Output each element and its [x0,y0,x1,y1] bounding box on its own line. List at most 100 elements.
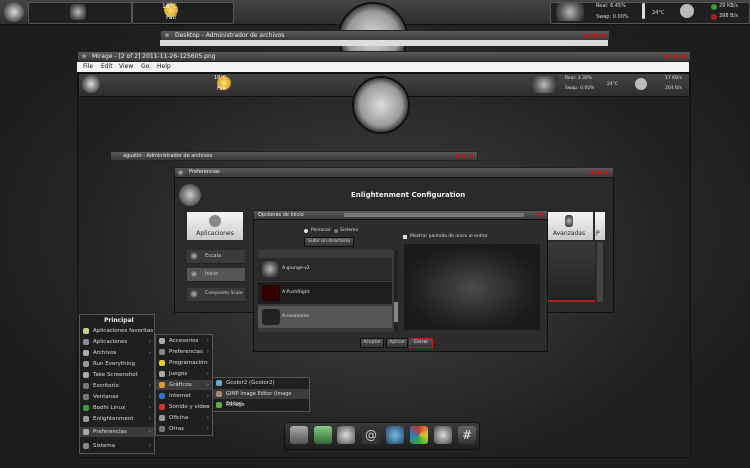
graphics-item-gimp[interactable]: GIMP Image Editor (Image Editor) [213,389,309,407]
show-splash-checkbox[interactable] [403,235,407,239]
desktop-icon [83,383,89,389]
menu-edit[interactable]: Edit [101,63,113,70]
radio-personal[interactable] [304,229,308,233]
tab-avanzadas-label: Avanzadas [552,230,586,237]
settings-icon[interactable] [434,426,452,444]
home-icon[interactable] [290,426,308,444]
apply-button[interactable]: Aplicar [386,338,408,348]
tab-more[interactable]: P [595,212,605,240]
desktop-fm-title: Desktop - Administrador de archivos [175,32,285,39]
star-icon [83,328,89,334]
menu-help[interactable]: Help [157,63,171,70]
tab-strip-right-scroll[interactable] [597,242,603,302]
agustin-close-button[interactable] [469,154,473,158]
preferences-right-area [547,242,595,302]
radio-system[interactable] [334,229,338,233]
apps-item-other[interactable]: Otras › [156,424,212,434]
menu-item-run-everything[interactable]: Run Everything [80,359,154,369]
theme-item[interactable]: A-PushNight [258,282,392,304]
download-icon[interactable] [314,426,332,444]
speaker-icon[interactable] [70,4,86,20]
theme-item[interactable]: A-revolution [258,306,392,328]
graphics-item-gcolor2[interactable]: Gcolor2 (Gcolor2) [213,378,309,388]
tab-avanzadas[interactable]: Avanzadas [545,212,593,240]
terminal-speaker-icon[interactable] [337,426,355,444]
apps-item-graphics[interactable]: Gráficos › [156,380,212,390]
menu-item-enlightenment[interactable]: Enlightenment › [80,414,154,424]
menu-item-preferences[interactable]: Preferencias › [80,427,154,437]
inner-weather-temp: 18°C [214,75,227,81]
e-logo-icon [177,169,184,176]
cpu-meter-icon [556,3,584,21]
menu-item-desktop[interactable]: Escritorio › [80,381,154,391]
gadget-menu-icon[interactable] [4,2,24,22]
maximize-button[interactable] [592,33,597,38]
up-directory-button[interactable]: Subir un directorio [304,237,354,247]
apps-item-internet[interactable]: Internet › [156,391,212,401]
theme-list-scrollbar[interactable] [394,250,398,332]
row-composite-scale[interactable]: Composite Scale [187,288,245,302]
hashtag-icon[interactable]: # [458,426,476,444]
cancel-button[interactable]: Cerrar [409,338,433,348]
top-shelf: 18°C Fair Real: 6.45% Swap: 0.00% 24°C 2… [0,0,750,72]
apps-item-preferences[interactable]: Preferencias › [156,347,212,357]
show-splash-label: Mostrar pantalla de inicio al entrar [410,234,488,239]
graphics-item-mirage[interactable]: Mirage [213,400,309,410]
media-player-icon[interactable] [410,426,428,444]
prefs-icon [159,349,165,355]
email-icon[interactable]: @ [362,426,380,444]
apps-item-multimedia[interactable]: Sonido y vídeo › [156,402,212,412]
apps-item-programming[interactable]: Programación › [156,358,212,368]
startup-close-button[interactable] [538,212,543,217]
tools-icon [83,429,89,435]
ok-button[interactable]: Aceptar [360,338,384,348]
menu-item-screenshot[interactable]: Take Screenshot [80,370,154,380]
preferences-minimize-button[interactable] [590,170,595,175]
menu-item-applications[interactable]: Aplicaciones › [80,337,154,347]
row-composite-label: Composite Scale [205,291,243,296]
agustin-minimize-button[interactable] [455,154,459,158]
menu-item-files[interactable]: Archivos › [80,348,154,358]
mirage-close-button[interactable] [681,54,686,59]
apps-item-accessories[interactable]: Accesorios › [156,336,212,346]
submenu-arrow-icon: › [148,383,151,389]
config-header: Enlightenment Configuration [351,191,466,199]
preferences-close-button[interactable] [604,170,609,175]
apps-item-office[interactable]: Oficina › [156,413,212,423]
mirage-minimize-button[interactable] [665,54,670,59]
other-icon [159,426,165,432]
submenu-arrow-icon: › [148,339,151,345]
menu-item-windows[interactable]: Ventanas › [80,392,154,402]
windows-icon [83,394,89,400]
row-escala[interactable]: Escala [187,250,245,264]
swap-label: Swap: 0.00% [596,14,629,20]
mirage-icon [216,402,222,408]
menu-item-favorites[interactable]: Aplicaciones favoritas [80,326,154,336]
inner-ram-label: Real: 3.30% [565,76,592,81]
accessories-icon [159,338,165,344]
scrollbar-thumb[interactable] [394,302,398,322]
main-menu-title: Principal [104,317,134,324]
row-inicio[interactable]: Inicio [187,268,245,282]
minimize-button[interactable] [584,33,589,38]
run-icon [83,361,89,367]
gcolor-icon [216,380,222,386]
pushnight-thumb-icon [262,285,280,301]
menu-item-bodhi[interactable]: Bodhi Linux › [80,403,154,413]
agustin-fm-titlebar[interactable]: agustin - Administrador de archivos [110,151,478,161]
menu-go[interactable]: Go [141,63,149,70]
theme-item[interactable]: A-grunge-v2 [258,258,392,281]
menu-view[interactable]: View [119,63,133,70]
theme-list[interactable]: A-grunge-v2 A-PushNight A-revolution [258,250,398,332]
tab-aplicaciones[interactable]: Aplicaciones [187,212,243,240]
browser-icon[interactable] [386,426,404,444]
mirage-titlebar[interactable]: Mirage - [2 of 2] 2011-11-26-125605.png [77,51,691,62]
preferences-maximize-button[interactable] [597,170,602,175]
menu-file[interactable]: File [83,63,93,70]
row-escala-label: Escala [205,253,222,259]
menu-item-system[interactable]: Sistema › [80,441,154,451]
close-button[interactable] [600,33,605,38]
mirage-maximize-button[interactable] [673,54,678,59]
agustin-maximize-button[interactable] [462,154,466,158]
apps-item-games[interactable]: Juegos › [156,369,212,379]
